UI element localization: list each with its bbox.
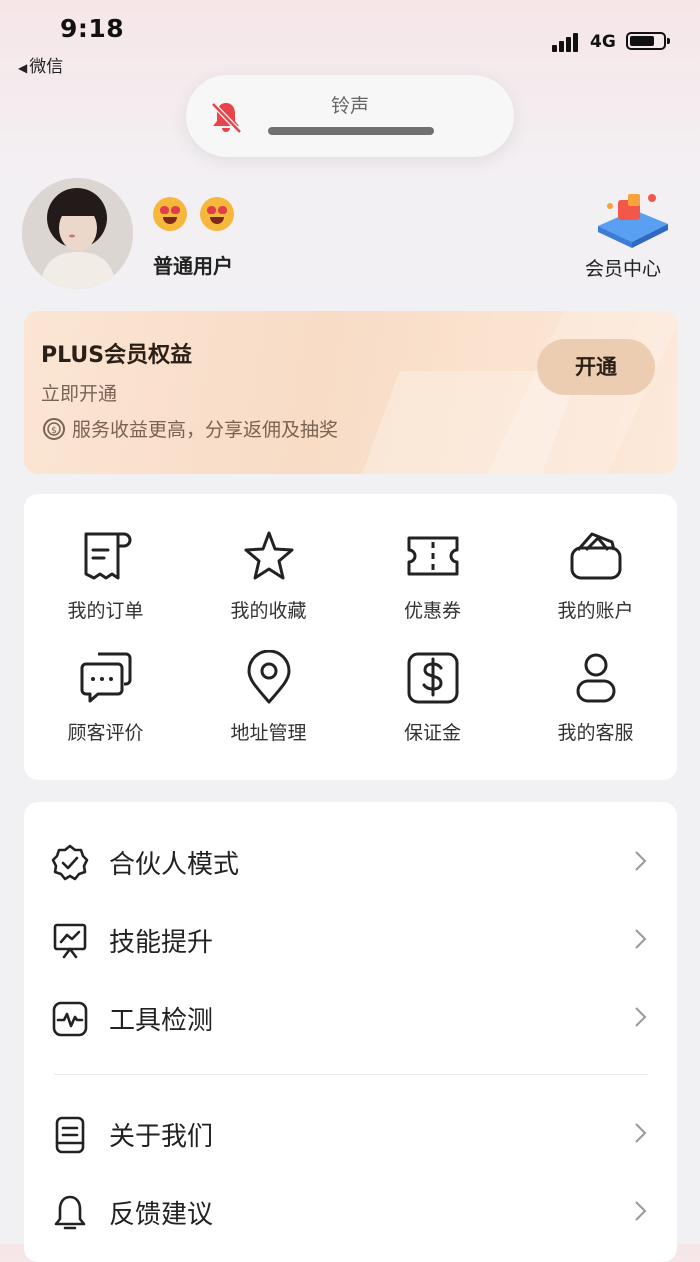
menu-item-partner[interactable]: 合伙人模式 [24, 826, 677, 896]
plus-title: PLUS会员权益 [41, 343, 193, 368]
heart-eyes-emoji [153, 197, 187, 231]
presentation-icon [53, 923, 87, 959]
chat-bubbles-icon [80, 652, 131, 703]
wallet-icon [570, 532, 621, 580]
grid-label: 地址管理 [230, 722, 307, 744]
grid-item-favorites[interactable]: 我的收藏 [187, 528, 350, 623]
bell-icon [54, 1195, 86, 1230]
grid-label: 保证金 [403, 722, 461, 744]
menu-item-label: 技能提升 [109, 928, 214, 958]
member-center-icon[interactable] [588, 186, 672, 256]
location-pin-icon [247, 650, 290, 704]
menu-item-about[interactable]: 关于我们 [24, 1098, 677, 1168]
back-to-wechat[interactable]: ◀ 微信 [18, 52, 63, 77]
open-plus-button[interactable]: 开通 [537, 339, 655, 395]
document-icon [55, 1116, 85, 1154]
grid-label: 我的订单 [67, 600, 144, 622]
menu-item-label: 反馈建议 [109, 1200, 214, 1230]
heart-eyes-emoji [200, 197, 234, 231]
shortcut-grid: 我的订单 我的收藏 优惠券 我的账户 顾客评价 地址管理 保证金 我的客服 [24, 494, 677, 780]
coin-icon: $ [43, 418, 65, 440]
chevron-right-icon [635, 851, 647, 871]
network-type: 4G [590, 32, 616, 52]
ticket-icon [407, 536, 458, 576]
back-arrow-icon: ◀ [18, 61, 28, 75]
chevron-right-icon [635, 1007, 647, 1027]
ringer-label: 铃声 [330, 95, 369, 117]
list-divider [54, 1074, 648, 1075]
grid-item-service[interactable]: 我的客服 [514, 650, 677, 745]
svg-text:$: $ [51, 426, 57, 436]
ringer-volume-bar[interactable] [268, 127, 434, 135]
plus-benefit: 服务收益更高，分享返佣及抽奖 [72, 419, 339, 441]
chevron-right-icon [635, 1201, 647, 1221]
grid-item-coupons[interactable]: 优惠券 [351, 528, 514, 623]
chevron-right-icon [635, 1123, 647, 1143]
battery-icon [626, 32, 670, 50]
signal-icon [552, 32, 584, 52]
menu-item-skills[interactable]: 技能提升 [24, 904, 677, 974]
username: 普通用户 [153, 254, 233, 278]
avatar-portrait [22, 178, 133, 289]
grid-label: 我的客服 [557, 722, 634, 744]
menu-item-label: 合伙人模式 [109, 850, 240, 880]
grid-item-address[interactable]: 地址管理 [187, 650, 350, 745]
grid-item-deposit[interactable]: 保证金 [351, 650, 514, 745]
grid-item-account[interactable]: 我的账户 [514, 528, 677, 623]
badge-check-icon [51, 844, 89, 881]
grid-label: 我的账户 [557, 600, 634, 622]
grid-item-orders[interactable]: 我的订单 [24, 528, 187, 623]
avatar[interactable] [22, 178, 133, 289]
receipt-icon [84, 532, 131, 580]
grid-label: 我的收藏 [230, 600, 307, 622]
star-icon [244, 531, 293, 580]
grid-label: 优惠券 [403, 600, 461, 622]
ringer-overlay: 铃声 [186, 75, 514, 157]
dollar-icon [407, 652, 458, 704]
person-icon [576, 653, 615, 703]
back-app-label: 微信 [29, 57, 64, 77]
grid-label: 顾客评价 [67, 722, 144, 744]
menu-item-tool-check[interactable]: 工具检测 [24, 982, 677, 1052]
grid-item-reviews[interactable]: 顾客评价 [24, 650, 187, 745]
menu-list: 合伙人模式 技能提升 工具检测 关于我们 反馈建议 [24, 802, 677, 1262]
pulse-monitor-icon [52, 1001, 88, 1037]
menu-item-label: 关于我们 [109, 1122, 214, 1152]
plus-membership-card[interactable]: PLUS会员权益 立即开通 $ 服务收益更高，分享返佣及抽奖 开通 [24, 311, 677, 474]
plus-subtitle: 立即开通 [41, 383, 118, 405]
chevron-right-icon [635, 929, 647, 949]
status-time: 9:18 [60, 14, 125, 43]
member-center-label[interactable]: 会员中心 [585, 254, 661, 281]
menu-item-feedback[interactable]: 反馈建议 [24, 1176, 677, 1246]
menu-item-label: 工具检测 [109, 1006, 214, 1036]
